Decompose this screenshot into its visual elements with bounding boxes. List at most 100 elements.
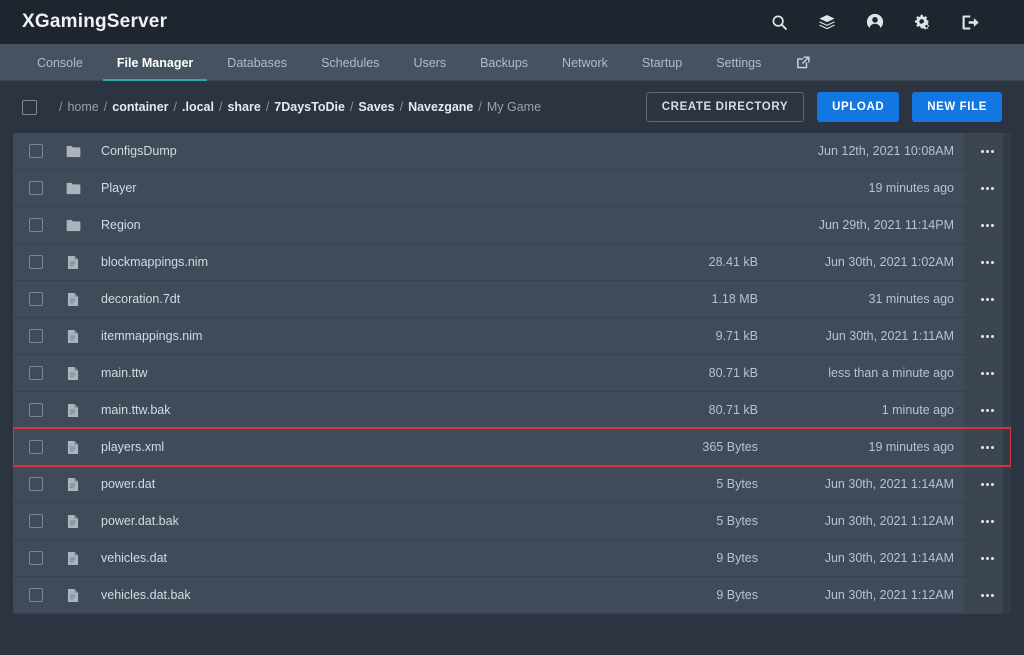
file-icon [58,366,88,381]
ellipsis-icon[interactable] [981,186,994,190]
breadcrumb-item-navezgane[interactable]: Navezgane [408,100,473,114]
scrollbar[interactable] [1003,133,1011,614]
row-checkbox-cell [13,440,58,454]
tab-console[interactable]: Console [20,44,100,81]
table-row[interactable]: Region Jun 29th, 2021 11:14PM [13,207,1011,244]
row-checkbox-cell [13,218,58,232]
brand-logo[interactable]: XGamingServer [22,11,167,33]
ellipsis-icon[interactable] [981,260,994,264]
file-icon [58,329,88,344]
breadcrumb-separator: / [59,100,63,114]
table-row[interactable]: decoration.7dt 1.18 MB 31 minutes ago [13,281,1011,318]
file-modified: Jun 30th, 2021 1:12AM [824,514,954,528]
file-name[interactable]: main.ttw.bak [88,403,614,417]
ellipsis-icon[interactable] [981,445,994,449]
row-checkbox[interactable] [28,329,43,343]
table-row[interactable]: itemmappings.nim 9.71 kB Jun 30th, 2021 1:… [13,318,1011,355]
ellipsis-icon[interactable] [981,408,994,412]
file-name[interactable]: Region [88,218,614,232]
table-row[interactable]: power.dat 5 Bytes Jun 30th, 2021 1:14AM [13,466,1011,503]
table-row[interactable]: main.ttw.bak 80.71 kB 1 minute ago [13,392,1011,429]
tab-backups[interactable]: Backups [463,44,545,81]
new-file-button[interactable]: NEW FILE [912,92,1002,122]
row-checkbox[interactable] [28,514,43,528]
breadcrumb-separator: / [103,100,108,114]
external-link-icon[interactable] [778,44,826,81]
server-nav-tabs: Console File Manager Databases Schedules… [0,44,1024,81]
file-name[interactable]: players.xml [88,440,614,454]
file-name[interactable]: power.dat.bak [88,514,614,528]
file-icon [58,292,88,307]
ellipsis-icon[interactable] [981,149,994,153]
file-name[interactable]: power.dat [88,477,614,491]
row-checkbox-cell [13,514,58,528]
breadcrumb-item-local[interactable]: .local [182,100,214,114]
file-size: 1.18 MB [711,292,758,306]
file-name[interactable]: Player [88,181,614,195]
row-checkbox[interactable] [28,255,43,269]
sign-out-icon[interactable] [962,13,980,31]
table-row[interactable]: main.ttw 80.71 kB less than a minute ago [13,355,1011,392]
file-name[interactable]: main.ttw [88,366,614,380]
header-icon-group [770,13,980,31]
file-name[interactable]: blockmappings.nim [88,255,614,269]
tab-startup[interactable]: Startup [625,44,699,81]
file-icon [58,255,88,270]
row-checkbox[interactable] [28,440,43,454]
row-checkbox[interactable] [28,292,43,306]
ellipsis-icon[interactable] [981,223,994,227]
file-name[interactable]: itemmappings.nim [88,329,614,343]
table-row[interactable]: blockmappings.nim 28.41 kB Jun 30th, 2021 … [13,244,1011,281]
ellipsis-icon[interactable] [981,556,994,560]
file-modified: 19 minutes ago [868,440,954,454]
table-row[interactable]: Player 19 minutes ago [13,170,1011,207]
tab-file-manager[interactable]: File Manager [100,44,210,81]
tab-settings[interactable]: Settings [699,44,778,81]
file-name[interactable]: vehicles.dat [88,551,614,565]
file-name[interactable]: decoration.7dt [88,292,614,306]
table-row[interactable]: vehicles.dat 9 Bytes Jun 30th, 2021 1:14AM [13,540,1011,577]
table-row[interactable]: players.xml 365 Bytes 19 minutes ago [13,429,1011,466]
breadcrumb-item-7daystodie[interactable]: 7DaysToDie [274,100,345,114]
tab-network[interactable]: Network [545,44,625,81]
row-checkbox[interactable] [28,477,43,491]
layers-icon[interactable] [818,13,836,31]
row-checkbox-cell [13,181,58,195]
row-checkbox[interactable] [28,403,43,417]
row-checkbox[interactable] [28,588,43,602]
search-icon[interactable] [770,13,788,31]
ellipsis-icon[interactable] [981,334,994,338]
table-row[interactable]: power.dat.bak 5 Bytes Jun 30th, 2021 1:12A… [13,503,1011,540]
breadcrumb-item-share[interactable]: share [227,100,260,114]
user-circle-icon[interactable] [866,13,884,31]
row-checkbox[interactable] [28,551,43,565]
breadcrumb-item-container[interactable]: container [112,100,168,114]
breadcrumb-item-saves[interactable]: Saves [358,100,394,114]
file-modified: 19 minutes ago [868,181,954,195]
file-list: ConfigsDump Jun 12th, 2021 10:08AM Player 1… [13,133,1011,614]
row-checkbox-cell [13,255,58,269]
file-size: 80.71 kB [708,366,758,380]
upload-button[interactable]: UPLOAD [817,92,900,122]
ellipsis-icon[interactable] [981,371,994,375]
row-checkbox[interactable] [28,144,43,158]
tab-schedules[interactable]: Schedules [304,44,396,81]
ellipsis-icon[interactable] [981,593,994,597]
tab-users[interactable]: Users [396,44,463,81]
tab-databases[interactable]: Databases [210,44,304,81]
row-checkbox[interactable] [28,181,43,195]
row-checkbox[interactable] [28,218,43,232]
file-name[interactable]: vehicles.dat.bak [88,588,614,602]
row-checkbox[interactable] [28,366,43,380]
cogs-icon[interactable] [914,13,932,31]
ellipsis-icon[interactable] [981,297,994,301]
create-directory-button[interactable]: CREATE DIRECTORY [645,92,805,122]
folder-icon [58,219,88,232]
ellipsis-icon[interactable] [981,482,994,486]
ellipsis-icon[interactable] [981,519,994,523]
table-row[interactable]: vehicles.dat.bak 9 Bytes Jun 30th, 2021 1:… [13,577,1011,614]
table-row[interactable]: ConfigsDump Jun 12th, 2021 10:08AM [13,133,1011,170]
file-name[interactable]: ConfigsDump [88,144,614,158]
breadcrumb-item-home[interactable]: home [67,100,98,114]
select-all-checkbox[interactable] [22,99,37,115]
